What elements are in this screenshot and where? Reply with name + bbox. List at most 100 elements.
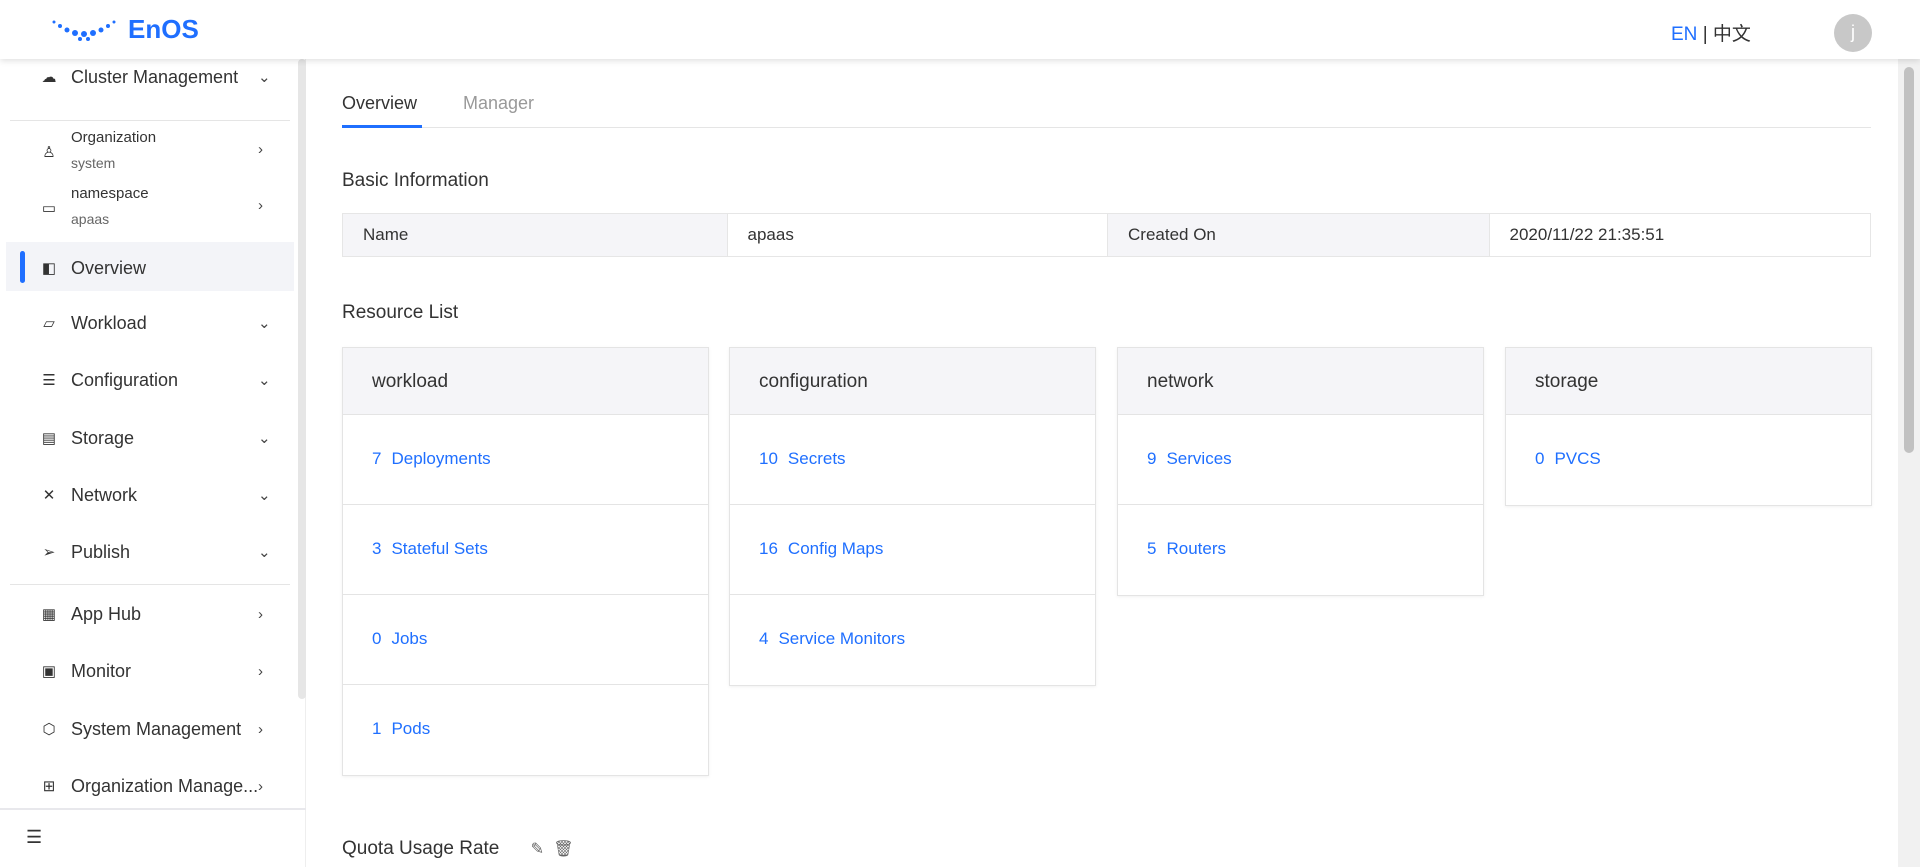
resource-label: Deployments [391, 449, 491, 468]
divider [10, 120, 290, 121]
edit-icon[interactable]: ✎ [531, 841, 544, 858]
resource-link[interactable]: 5 Routers [1118, 505, 1483, 595]
cloud-icon: ☁ [41, 69, 57, 86]
resource-card-configuration: configuration 10 Secrets 16 Config Maps 4 Serv… [729, 347, 1096, 686]
enos-logo[interactable]: EnOS [50, 14, 199, 45]
resource-list-title: Resource List [342, 302, 459, 323]
chevron-right-icon: › [258, 605, 263, 623]
resource-label: Secrets [787, 449, 846, 468]
created-value: 2020/11/22 21:35:51 [1509, 225, 1665, 244]
sidebar-item-publish[interactable]: ➢ Publish ⌄ [0, 540, 296, 564]
chevron-down-icon: ⌄ [258, 430, 271, 447]
layout-icon: ◧ [41, 260, 57, 277]
lang-en[interactable]: EN [1671, 24, 1697, 45]
hexagon-icon: ⬡ [42, 721, 56, 738]
collapse-menu-icon[interactable]: ☰ [26, 827, 42, 848]
organization-selector[interactable]: ♙ Organization system › [0, 127, 296, 179]
resource-label: Service Monitors [778, 629, 906, 648]
chart-icon: ▱ [43, 315, 55, 332]
resource-card-storage: storage 0 PVCS [1505, 347, 1872, 506]
chevron-right-icon: › [258, 777, 263, 795]
lang-separator: | [1702, 24, 1708, 45]
card-title: workload [343, 348, 708, 415]
resource-count: 3 [372, 539, 382, 558]
storage-icon: ▤ [41, 430, 57, 447]
resource-count: 9 [1147, 449, 1157, 468]
sidebar-footer: ☰ [0, 808, 306, 867]
card-title: configuration [730, 348, 1095, 415]
resource-count: 5 [1147, 539, 1157, 558]
sidebar-item-configuration[interactable]: ☰ Configuration ⌄ [0, 368, 296, 392]
network-icon: ✕ [42, 487, 56, 504]
resource-label: Services [1166, 449, 1232, 468]
sidebar-scrollbar[interactable] [298, 59, 306, 699]
resource-link[interactable]: 1 Pods [343, 685, 708, 775]
tab-divider [342, 127, 1871, 128]
chevron-right-icon: › [258, 197, 263, 214]
monitor-icon: ▭ [41, 200, 57, 217]
resource-count: 7 [372, 449, 382, 468]
sidebar-item-storage[interactable]: ▤ Storage ⌄ [0, 426, 296, 450]
organization-icon: ♙ [42, 144, 56, 161]
logo-dots-icon [52, 20, 116, 41]
card-title: network [1118, 348, 1483, 415]
resource-label: Stateful Sets [391, 539, 488, 558]
namespace-selector[interactable]: ▭ namespace apaas › [0, 183, 296, 235]
resource-link[interactable]: 0 PVCS [1506, 415, 1871, 505]
page-scrollbar-thumb[interactable] [1904, 67, 1914, 453]
chevron-down-icon: ⌄ [258, 544, 271, 561]
sidebar-item-app-hub[interactable]: ▦ App Hub › [0, 602, 296, 626]
chevron-right-icon: › [258, 720, 263, 738]
resource-count: 0 [1535, 449, 1545, 468]
apps-icon: ▦ [41, 606, 57, 623]
sidebar: ☁ Cluster Management ⌄ ♙ Organization sy… [0, 59, 306, 867]
org-tree-icon: ⊞ [42, 778, 56, 795]
resource-count: 1 [372, 719, 382, 738]
lang-zh[interactable]: 中文 [1713, 24, 1751, 45]
divider [10, 584, 290, 585]
tab-overview[interactable]: Overview [342, 93, 417, 114]
main-content: Overview Manager Basic Information Name … [306, 59, 1898, 867]
name-value: apaas [728, 214, 1108, 256]
resource-link[interactable]: 4 Service Monitors [730, 595, 1095, 685]
resource-card-network: network 9 Services 5 Routers [1117, 347, 1484, 596]
active-tab-underline [342, 125, 422, 128]
delete-icon[interactable]: 🗑 [553, 841, 573, 858]
resource-count: 4 [759, 629, 769, 648]
resource-link[interactable]: 16 Config Maps [730, 505, 1095, 595]
monitor-chart-icon: ▣ [41, 663, 57, 680]
sidebar-item-organization-management[interactable]: ⊞ Organization Manage... › [0, 774, 296, 798]
sidebar-item-monitor[interactable]: ▣ Monitor › [0, 659, 296, 683]
resource-link[interactable]: 0 Jobs [343, 595, 708, 685]
card-title: storage [1506, 348, 1871, 415]
sidebar-item-workload[interactable]: ▱ Workload ⌄ [0, 311, 296, 335]
tab-manager[interactable]: Manager [463, 93, 534, 114]
avatar[interactable]: j [1834, 14, 1872, 52]
chevron-down-icon: ⌄ [258, 69, 271, 86]
resource-count: 0 [372, 629, 382, 648]
resource-link[interactable]: 3 Stateful Sets [343, 505, 708, 595]
resource-count: 10 [759, 449, 778, 468]
language-switch: EN | 中文 [1671, 19, 1751, 46]
resource-label: Config Maps [787, 539, 884, 558]
resource-label: Routers [1166, 539, 1226, 558]
sidebar-item-overview[interactable]: ◧ Overview [0, 256, 296, 280]
resource-card-workload: workload 7 Deployments 3 Stateful Sets 0 Jobs 1… [342, 347, 709, 776]
basic-info-title: Basic Information [342, 170, 489, 191]
resource-link[interactable]: 9 Services [1118, 415, 1483, 505]
resource-link[interactable]: 10 Secrets [730, 415, 1095, 505]
send-icon: ➢ [42, 544, 56, 561]
top-header: EnOS EN | 中文 j [0, 0, 1920, 59]
sliders-icon: ☰ [42, 372, 56, 389]
resource-link[interactable]: 7 Deployments [343, 415, 708, 505]
quota-title: Quota Usage Rate ✎ 🗑 [342, 838, 574, 859]
resource-label: Jobs [391, 629, 428, 648]
chevron-down-icon: ⌄ [258, 315, 271, 332]
resource-label: PVCS [1554, 449, 1601, 468]
chevron-right-icon: › [258, 141, 263, 158]
sidebar-item-network[interactable]: ✕ Network ⌄ [0, 483, 296, 507]
name-label: Name [343, 214, 728, 256]
basic-info-table: Name apaas Created On 2020/11/22 21:35:5… [342, 213, 1871, 257]
chevron-down-icon: ⌄ [258, 487, 271, 504]
sidebar-item-system-management[interactable]: ⬡ System Management › [0, 717, 296, 741]
